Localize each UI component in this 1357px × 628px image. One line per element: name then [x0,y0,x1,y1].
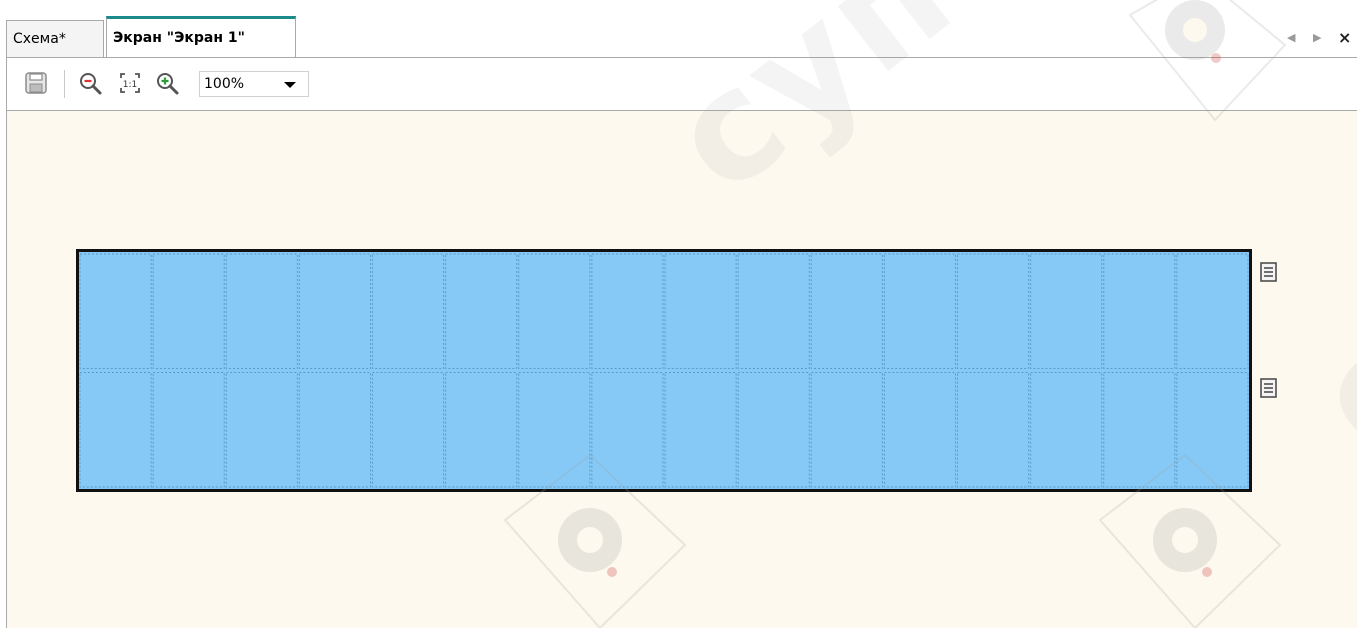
lcd-character-cell [1030,253,1103,369]
lcd-character-cell [737,372,810,488]
svg-text:1:1: 1:1 [123,80,137,90]
zoom-in-icon[interactable] [154,70,180,96]
lcd-character-cell [883,372,956,488]
screen-canvas[interactable] [6,111,1357,628]
line-properties-icon[interactable] [1259,377,1279,399]
lcd-character-cell [1030,372,1103,488]
lcd-character-grid [79,253,1249,488]
lcd-character-cell [1176,372,1249,488]
lcd-character-cell [664,253,737,369]
tab-scroll-left-icon[interactable]: ◀ [1287,20,1295,56]
lcd-character-cell [1176,253,1249,369]
lcd-display[interactable] [76,249,1252,492]
lcd-character-cell [1103,253,1176,369]
chevron-down-icon[interactable] [284,82,296,88]
tab-bar: Схема* Экран "Экран 1" ◀ ▶ × [0,0,1357,58]
lcd-character-cell [445,372,518,488]
lcd-character-cell [737,253,810,369]
lcd-character-cell [518,372,591,488]
save-icon[interactable] [23,70,49,96]
tab-screen-1[interactable]: Экран "Экран 1" [106,16,296,58]
lcd-character-cell [152,253,225,369]
zoom-actual-size-icon[interactable]: 1:1 [117,70,143,96]
editor-window: суперайс суперайс Схема* Экран "Экран 1"… [0,0,1357,628]
toolbar: 1:1 100% [6,58,1357,110]
lcd-character-cell [445,253,518,369]
lcd-character-cell [298,253,371,369]
lcd-character-cell [664,372,737,488]
zoom-select[interactable]: 100% [199,71,309,97]
close-tab-icon[interactable]: × [1338,20,1351,56]
lcd-character-cell [79,253,152,369]
lcd-character-cell [152,372,225,488]
lcd-character-cell [810,372,883,488]
lcd-character-cell [957,253,1030,369]
toolbar-separator [64,70,65,98]
lcd-character-cell [810,253,883,369]
line-properties-icon[interactable] [1259,261,1279,283]
lcd-character-cell [591,253,664,369]
lcd-character-cell [225,372,298,488]
zoom-value: 100% [204,76,245,92]
lcd-character-cell [372,253,445,369]
tab-schema[interactable]: Схема* [6,20,104,57]
lcd-character-cell [957,372,1030,488]
lcd-character-cell [298,372,371,488]
lcd-character-cell [518,253,591,369]
zoom-out-icon[interactable] [77,70,103,96]
lcd-character-cell [225,253,298,369]
lcd-character-cell [1103,372,1176,488]
tab-scroll-right-icon[interactable]: ▶ [1313,20,1321,56]
lcd-character-cell [591,372,664,488]
lcd-character-cell [883,253,956,369]
lcd-character-cell [79,372,152,488]
lcd-character-cell [372,372,445,488]
